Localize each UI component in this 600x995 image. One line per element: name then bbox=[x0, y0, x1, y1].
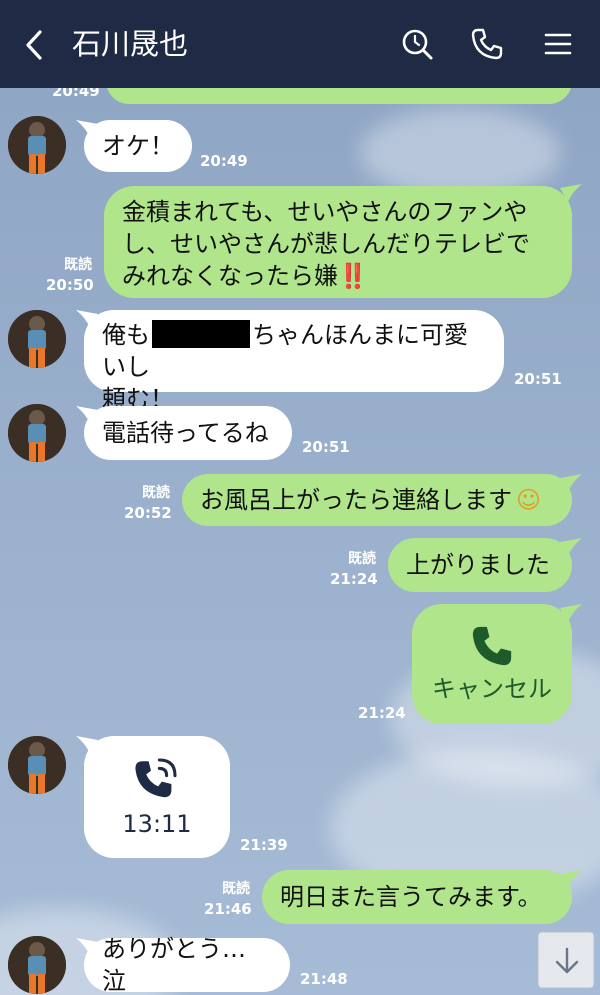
message-bubble[interactable]: 電話待ってるね bbox=[84, 406, 292, 460]
message-text-line: みれなくなったら嫌‼️ bbox=[122, 262, 368, 290]
avatar[interactable] bbox=[8, 936, 66, 994]
scroll-to-bottom-button[interactable] bbox=[538, 932, 594, 988]
message-bubble[interactable]: 俺も ちゃんほんまに可愛いし 頼む！ bbox=[84, 310, 504, 413]
message-text: 電話待ってるね bbox=[102, 419, 269, 447]
phone-icon[interactable] bbox=[469, 26, 505, 62]
message-text: 俺も bbox=[102, 321, 150, 349]
message-bubble[interactable]: 金積まれても、せいやさんのファンや し、せいやさんが悲しんだりテレビで みれなく… bbox=[104, 186, 572, 298]
message-bubble[interactable]: オケ！ bbox=[84, 120, 192, 172]
message-time: 21:24 bbox=[358, 704, 406, 722]
redaction-block bbox=[152, 320, 250, 348]
message-time: 20:49 bbox=[200, 152, 248, 170]
chat-area[interactable]: 20:49 オケ！ 20:49 金積まれても、せいやさんのファンや し、せいやさ… bbox=[0, 88, 600, 995]
chevron-left-icon[interactable] bbox=[20, 28, 50, 62]
call-bubble[interactable]: キャンセル bbox=[412, 604, 572, 724]
message-bubble[interactable]: 明日また言うてみます。 bbox=[262, 870, 572, 924]
chat-title: 石川晟也 bbox=[72, 27, 189, 61]
message-bubble-partial[interactable] bbox=[106, 88, 572, 104]
phone-icon bbox=[472, 626, 512, 666]
avatar[interactable] bbox=[8, 116, 66, 174]
message-bubble[interactable]: ありがとう… 泣 bbox=[84, 935, 290, 995]
call-duration: 13:11 bbox=[122, 810, 192, 838]
message-time: 20:51 bbox=[514, 370, 562, 388]
arrow-down-icon bbox=[555, 947, 579, 974]
message-text-line: し、せいやさんが悲しんだりテレビで bbox=[122, 230, 530, 258]
read-receipt: 既読 bbox=[142, 485, 170, 501]
message-time: 20:51 bbox=[302, 438, 350, 456]
message-text: 明日また言うてみます。 bbox=[280, 883, 542, 911]
cloud-decoration bbox=[360, 108, 560, 198]
avatar[interactable] bbox=[8, 310, 66, 368]
message-bubble[interactable]: 上がりました bbox=[388, 538, 572, 592]
search-icon[interactable] bbox=[399, 26, 435, 62]
message-text: 上がりました bbox=[406, 551, 550, 579]
message-time: 20:49 bbox=[52, 88, 100, 100]
message-time: 21:48 bbox=[300, 970, 348, 988]
phone-call-icon bbox=[135, 758, 177, 798]
message-text-line: 金積まれても、せいやさんのファンや bbox=[122, 198, 528, 226]
read-receipt: 既読 bbox=[64, 257, 92, 273]
message-time: 20:52 bbox=[124, 504, 172, 522]
call-label: キャンセル bbox=[432, 675, 552, 703]
chat-header: 石川晟也 bbox=[0, 0, 600, 88]
avatar[interactable] bbox=[8, 736, 66, 794]
message-text: お風呂上がったら連絡します bbox=[200, 486, 512, 514]
avatar[interactable] bbox=[8, 404, 66, 462]
menu-icon[interactable] bbox=[540, 26, 576, 62]
message-text: ありがとう… 泣 bbox=[102, 935, 246, 995]
call-bubble[interactable]: 13:11 bbox=[84, 736, 230, 858]
message-time: 21:46 bbox=[204, 900, 252, 918]
message-text: オケ！ bbox=[102, 132, 174, 160]
smile-emoji-icon: ☺ bbox=[516, 486, 542, 514]
read-receipt: 既読 bbox=[348, 551, 376, 567]
message-time: 21:24 bbox=[330, 570, 378, 588]
message-bubble[interactable]: お風呂上がったら連絡します ☺ bbox=[182, 474, 572, 526]
message-time: 20:50 bbox=[46, 276, 94, 294]
message-time: 21:39 bbox=[240, 836, 288, 854]
read-receipt: 既読 bbox=[222, 881, 250, 897]
